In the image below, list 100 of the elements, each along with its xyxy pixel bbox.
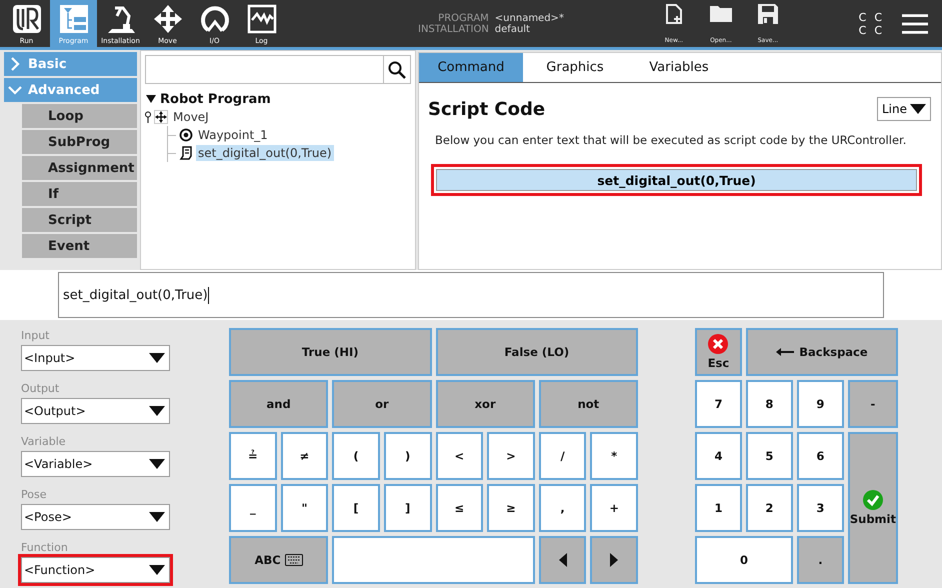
sidebar-item[interactable]: Loop bbox=[22, 104, 137, 128]
move-arrows-icon bbox=[154, 110, 168, 124]
key[interactable]: + bbox=[590, 484, 638, 532]
key[interactable]: ≠ bbox=[280, 432, 328, 480]
dropdown-arrow-icon bbox=[910, 104, 926, 114]
search-icon[interactable] bbox=[388, 60, 406, 78]
key[interactable]: or bbox=[332, 380, 432, 428]
panel-tab[interactable]: Variables bbox=[627, 53, 731, 82]
panel-tab[interactable]: Graphics bbox=[523, 53, 627, 82]
sidebar-item[interactable]: SubProg bbox=[22, 130, 137, 154]
description-text: Below you can enter text that will be executed as script code by the URController. bbox=[434, 132, 908, 147]
numpad-key[interactable]: 1 bbox=[695, 484, 742, 532]
key[interactable]: ≥ bbox=[487, 484, 535, 532]
selector-dropdown[interactable]: <Pose> bbox=[21, 504, 170, 530]
key[interactable]: ≤ bbox=[436, 484, 484, 532]
chevron-icon bbox=[8, 57, 22, 71]
expression-field[interactable]: set_digital_out(0,True) bbox=[58, 272, 884, 318]
info-label: INSTALLATION bbox=[418, 24, 489, 34]
numpad-key[interactable]: . bbox=[796, 536, 844, 584]
close-icon bbox=[708, 334, 728, 354]
numpad-key[interactable]: - bbox=[848, 380, 898, 428]
key[interactable]: False (LO) bbox=[436, 328, 638, 376]
left-arrow-icon bbox=[558, 553, 567, 567]
checkmark-icon bbox=[862, 490, 883, 510]
selector-label: Output bbox=[21, 381, 60, 397]
program-tree-icon bbox=[58, 4, 88, 34]
dropdown-arrow-icon bbox=[149, 565, 165, 575]
key[interactable]: ≟ bbox=[229, 432, 277, 480]
logo-icon bbox=[12, 4, 42, 34]
selector-dropdown[interactable]: <Variable> bbox=[21, 451, 170, 477]
key[interactable]: not bbox=[538, 380, 638, 428]
script-scroll-icon bbox=[179, 146, 193, 160]
numpad-key[interactable]: 5 bbox=[746, 432, 793, 480]
key[interactable]: True (HI) bbox=[229, 328, 432, 376]
key[interactable]: " bbox=[280, 484, 328, 532]
key[interactable]: * bbox=[590, 432, 638, 480]
waypoint-icon bbox=[179, 128, 193, 142]
dropdown-arrow-icon bbox=[149, 459, 165, 469]
info-value: default bbox=[494, 24, 531, 34]
chevron-icon bbox=[8, 83, 22, 97]
script-line-field[interactable]: set_digital_out(0,True) bbox=[436, 169, 917, 191]
status-indicator: C bbox=[874, 10, 882, 24]
key[interactable]: ) bbox=[384, 432, 432, 480]
key[interactable]: [ bbox=[332, 484, 380, 532]
tree-node-pin-icon bbox=[145, 111, 151, 123]
key[interactable]: ( bbox=[332, 432, 380, 480]
tree-node[interactable]: set_digital_out(0,True) bbox=[196, 145, 334, 161]
move-arrows-icon bbox=[152, 4, 182, 34]
dropdown-arrow-icon bbox=[149, 353, 165, 363]
key[interactable]: xor bbox=[436, 380, 535, 428]
tree-root-label[interactable]: Robot Program bbox=[160, 92, 271, 106]
menu-icon bbox=[902, 12, 928, 34]
selector-dropdown[interactable]: <Output> bbox=[21, 398, 170, 424]
numpad-key[interactable]: 9 bbox=[796, 380, 844, 428]
key[interactable]: , bbox=[538, 484, 586, 532]
key[interactable]: / bbox=[538, 432, 586, 480]
dropdown-arrow-icon bbox=[149, 512, 165, 522]
numpad-key[interactable]: 4 bbox=[695, 432, 742, 480]
selector-label: Function bbox=[21, 540, 69, 556]
selector-label: Pose bbox=[21, 487, 48, 503]
info-label: PROGRAM bbox=[437, 12, 489, 24]
keyboard-icon bbox=[284, 554, 303, 566]
cursor-left-key[interactable] bbox=[538, 536, 586, 584]
key[interactable]: _ bbox=[229, 484, 277, 532]
waveform-icon bbox=[246, 4, 276, 34]
expand-triangle-icon[interactable] bbox=[145, 93, 157, 105]
cursor-right-key[interactable] bbox=[590, 536, 638, 584]
dropdown-arrow-icon bbox=[149, 406, 165, 416]
numpad-key[interactable]: 0 bbox=[695, 536, 793, 584]
numpad-key[interactable]: 6 bbox=[796, 432, 844, 480]
selector-dropdown[interactable]: <Input> bbox=[21, 345, 170, 371]
numpad-key[interactable]: Submit bbox=[848, 432, 898, 584]
sidebar-item[interactable]: If bbox=[22, 182, 137, 206]
search-field[interactable] bbox=[145, 55, 411, 84]
folder-icon bbox=[710, 4, 732, 22]
new-file-icon bbox=[666, 4, 682, 24]
status-indicator: C bbox=[874, 24, 882, 36]
key[interactable]: < bbox=[436, 432, 484, 480]
right-arrow-icon bbox=[610, 553, 618, 567]
panel-tab[interactable]: Command bbox=[419, 53, 523, 82]
key[interactable]: > bbox=[487, 432, 535, 480]
sidebar-item[interactable]: Event bbox=[22, 234, 137, 258]
circle-io-icon bbox=[200, 4, 230, 34]
key[interactable]: and bbox=[229, 380, 328, 428]
numpad-key[interactable]: 8 bbox=[746, 380, 793, 428]
numpad-key[interactable]: Backspace bbox=[746, 328, 898, 376]
sidebar-item[interactable]: Assignment bbox=[22, 156, 137, 180]
sidebar-item[interactable]: Script bbox=[22, 208, 137, 232]
selector-dropdown[interactable]: <Function> bbox=[21, 557, 170, 583]
key[interactable]: ] bbox=[384, 484, 432, 532]
sidebar-group-label: Basic bbox=[28, 56, 67, 72]
numpad-key[interactable]: 7 bbox=[695, 380, 742, 428]
sidebar-group-label: Advanced bbox=[28, 82, 100, 98]
tree-node[interactable]: MoveJ bbox=[171, 109, 211, 125]
numpad-key[interactable]: 3 bbox=[796, 484, 844, 532]
numpad-key[interactable]: 2 bbox=[746, 484, 793, 532]
tree-node[interactable]: Waypoint_1 bbox=[196, 127, 270, 143]
mode-dropdown[interactable]: Line bbox=[877, 97, 931, 121]
numpad-key[interactable]: Esc bbox=[695, 328, 742, 376]
keyboard-toggle-key[interactable]: ABC bbox=[229, 536, 328, 584]
